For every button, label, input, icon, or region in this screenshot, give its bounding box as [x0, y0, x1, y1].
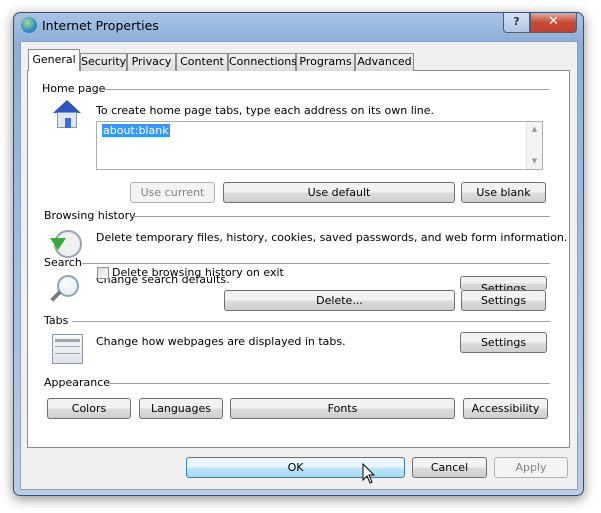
tabs-heading: Tabs	[44, 314, 69, 327]
delete-on-exit-checkbox[interactable]	[97, 267, 109, 279]
tab-connections[interactable]: Connections	[228, 53, 297, 71]
search-settings-button[interactable]: Settings	[460, 276, 547, 290]
appearance-heading: Appearance	[44, 376, 111, 389]
internet-options-icon	[21, 17, 37, 33]
use-blank-button[interactable]: Use blank	[461, 182, 546, 203]
browsing-history-heading: Browsing history	[44, 209, 136, 222]
divider	[100, 89, 549, 90]
search-heading: Search	[44, 256, 82, 269]
home-page-hint: To create home page tabs, type each addr…	[96, 104, 435, 117]
divider	[130, 216, 550, 217]
use-current-button[interactable]: Use current	[130, 182, 215, 203]
tabs-icon	[52, 334, 83, 364]
languages-button[interactable]: Languages	[139, 398, 223, 419]
textarea-scrollbar[interactable]: ▲ ▼	[526, 122, 542, 169]
home-page-textarea[interactable]: about:blank ▲ ▼	[96, 121, 543, 170]
tab-general[interactable]: General	[28, 49, 80, 71]
divider	[82, 263, 550, 264]
tabs-settings-button[interactable]: Settings	[460, 332, 547, 353]
home-page-value: about:blank	[102, 124, 170, 137]
fonts-button[interactable]: Fonts	[230, 398, 455, 419]
apply-button[interactable]: Apply	[494, 457, 568, 478]
history-description: Delete temporary files, history, cookies…	[96, 231, 568, 244]
help-icon: ?	[513, 15, 520, 28]
tab-programs[interactable]: Programs	[296, 53, 355, 71]
close-button[interactable]: ✕	[530, 13, 577, 33]
history-settings-button[interactable]: Settings	[461, 290, 546, 311]
tab-privacy[interactable]: Privacy	[127, 53, 176, 71]
delete-on-exit-label[interactable]: Delete browsing history on exit	[112, 266, 284, 279]
tab-advanced[interactable]: Advanced	[355, 53, 414, 71]
house-icon	[51, 100, 83, 130]
home-page-heading: Home page	[42, 82, 106, 95]
tabs-description: Change how webpages are displayed in tab…	[96, 335, 346, 348]
window-title: Internet Properties	[42, 18, 159, 33]
history-clock-icon	[50, 230, 82, 258]
use-default-button[interactable]: Use default	[223, 182, 455, 203]
delete-history-button[interactable]: Delete...	[224, 290, 455, 311]
accessibility-button[interactable]: Accessibility	[463, 398, 548, 419]
colors-button[interactable]: Colors	[47, 398, 131, 419]
divider	[72, 321, 550, 322]
tab-content[interactable]: Content	[176, 53, 228, 71]
tab-security[interactable]: Security	[80, 53, 127, 71]
mouse-cursor-icon	[362, 463, 376, 484]
divider	[108, 383, 550, 384]
help-button[interactable]: ?	[503, 13, 530, 33]
cancel-button[interactable]: Cancel	[412, 457, 487, 478]
